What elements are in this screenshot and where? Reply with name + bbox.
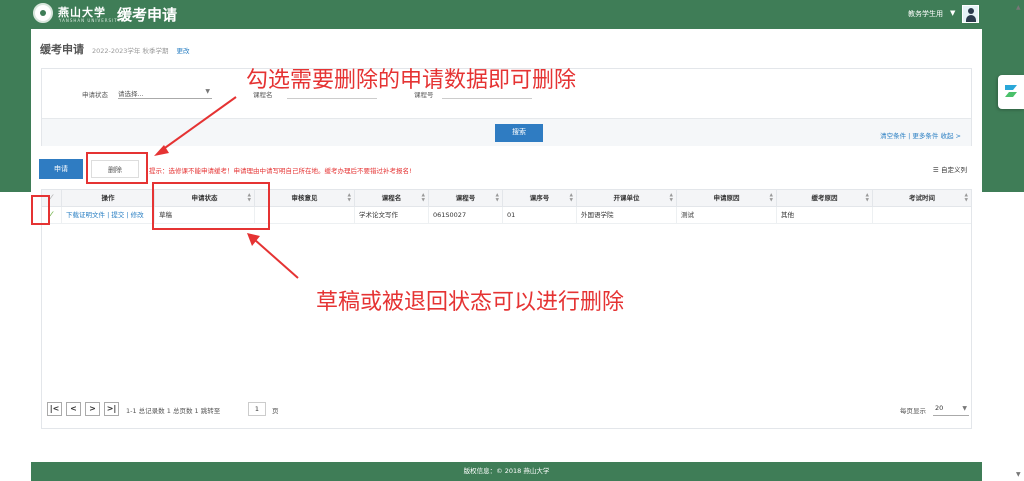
annotation-text-top: 勾选需要删除的申请数据即可删除 <box>246 68 577 93</box>
annotation-text-bottom: 草稿或被退回状态可以进行删除 <box>316 290 625 315</box>
annotation-arrow-head <box>247 233 260 246</box>
annotation-arrow-line <box>254 239 299 279</box>
annotation-arrow-line <box>161 96 237 151</box>
